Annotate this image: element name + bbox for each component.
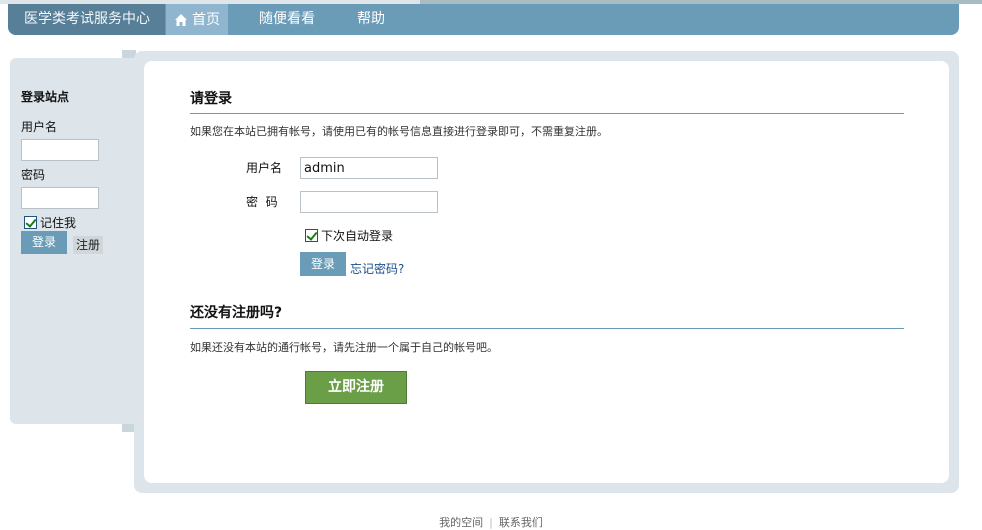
login-title: 请登录 [190, 91, 232, 107]
sidebar-title: 登录站点 [21, 90, 70, 104]
main-content: 请登录 如果您在本站已拥有帐号，请使用已有的帐号信息直接进行登录即可，不需重复注… [144, 61, 949, 483]
login-description: 如果您在本站已拥有帐号，请使用已有的帐号信息直接进行登录即可，不需重复注册。 [190, 125, 608, 138]
sidebar-login-panel: 登录站点 用户名 密码 记住我 登录 注册 [10, 58, 134, 424]
password-input[interactable] [300, 191, 438, 213]
forgot-password-link[interactable]: 忘记密码? [350, 260, 404, 277]
main-panel: 请登录 如果您在本站已拥有帐号，请使用已有的帐号信息直接进行登录即可，不需重复注… [134, 51, 959, 493]
site-logo[interactable]: 医学类考试服务中心 [8, 4, 165, 35]
auto-login-label: 下次自动登录 [321, 229, 394, 243]
sidebar-password-label: 密码 [21, 168, 46, 182]
login-button[interactable]: 登录 [300, 252, 346, 276]
footer: 我的空间 | 联系我们 [0, 514, 982, 530]
remember-checkbox[interactable] [24, 216, 37, 229]
login-divider [190, 113, 904, 114]
footer-link-my-space[interactable]: 我的空间 [439, 516, 483, 529]
nav-item-browse[interactable]: 随便看看 [228, 4, 333, 35]
footer-separator: | [489, 516, 493, 529]
nav-item-home[interactable]: 首页 [166, 4, 228, 35]
username-input[interactable] [300, 157, 438, 179]
register-now-button[interactable]: 立即注册 [305, 371, 407, 404]
sidebar-username-input[interactable] [21, 139, 99, 161]
nav-item-help[interactable]: 帮助 [333, 4, 403, 35]
register-title: 还没有注册吗? [190, 305, 283, 321]
home-icon [175, 13, 187, 26]
header: 医学类考试服务中心 首页 随便看看 帮助 [8, 4, 959, 35]
sidebar-register-button[interactable]: 注册 [73, 236, 103, 254]
sidebar-password-input[interactable] [21, 187, 99, 209]
footer-link-contact[interactable]: 联系我们 [499, 516, 543, 529]
auto-login-checkbox[interactable] [305, 229, 318, 242]
username-label: 用户名 [246, 161, 283, 175]
register-description: 如果还没有本站的通行帐号，请先注册一个属于自己的帐号吧。 [190, 341, 498, 354]
auto-login-row[interactable]: 下次自动登录 [305, 227, 393, 244]
sidebar-remember-row[interactable]: 记住我 [24, 214, 76, 231]
nav-item-home-label: 首页 [192, 11, 220, 28]
register-divider [190, 328, 904, 329]
sidebar-username-label: 用户名 [21, 120, 58, 134]
sidebar-login-button[interactable]: 登录 [21, 231, 67, 254]
main-nav: 首页 随便看看 帮助 [166, 4, 403, 35]
password-label: 密 码 [246, 195, 278, 209]
remember-label: 记住我 [40, 216, 77, 230]
